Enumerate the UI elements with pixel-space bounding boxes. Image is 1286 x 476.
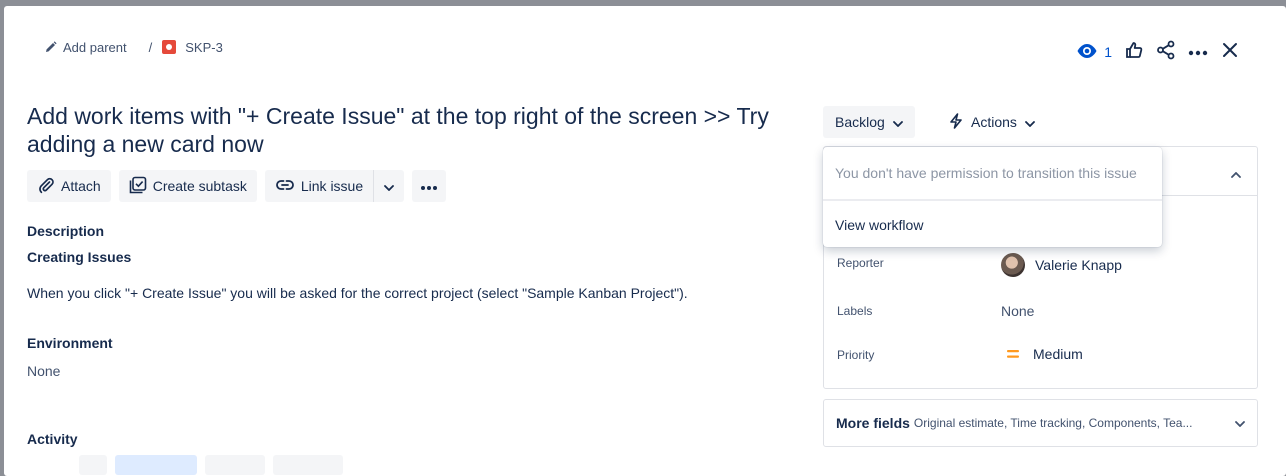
chevron-down-icon (1025, 114, 1035, 130)
subtask-icon (129, 176, 147, 197)
create-subtask-button[interactable]: Create subtask (118, 170, 257, 202)
link-issue-label: Link issue (300, 178, 364, 194)
header-actions: 1 (1070, 36, 1246, 68)
more-options-button[interactable] (1182, 36, 1214, 68)
attach-button[interactable]: Attach (27, 170, 111, 202)
add-parent-link[interactable]: Add parent (45, 40, 127, 55)
bug-icon (162, 40, 177, 54)
ellipsis-icon (1188, 43, 1208, 61)
link-issue-button[interactable]: Link issue (264, 170, 374, 202)
chevron-down-icon (384, 178, 395, 194)
dropdown-divider (823, 199, 1162, 201)
transition-dropdown: You don't have permission to transition … (823, 147, 1162, 247)
description-text[interactable]: When you click "+ Create Issue" you will… (27, 285, 688, 301)
chevron-down-icon (1235, 416, 1245, 430)
activity-tab[interactable] (115, 455, 197, 475)
issue-key-link[interactable]: SKP-3 (162, 40, 223, 55)
link-issue-group: Link issue (264, 170, 405, 202)
issue-key: SKP-3 (185, 39, 223, 55)
description-subheading: Creating Issues (27, 249, 132, 265)
paperclip-icon (37, 176, 55, 197)
issue-toolbar: Attach Create subtask Link issue (27, 170, 447, 202)
chevron-down-icon (892, 114, 903, 130)
breadcrumb-separator: / (148, 39, 153, 55)
reporter-label: Reporter (837, 256, 884, 270)
close-button[interactable] (1214, 36, 1246, 68)
reporter-value: Valerie Knapp (1035, 257, 1122, 273)
environment-heading: Environment (27, 335, 113, 351)
avatar (1001, 253, 1025, 277)
issue-modal: Add parent / SKP-3 1 Add work items with… (4, 6, 1286, 476)
breadcrumb: Add parent / SKP-3 (45, 37, 223, 57)
watch-button[interactable]: 1 (1070, 36, 1118, 68)
lightning-icon (949, 112, 963, 132)
actions-label: Actions (971, 114, 1017, 130)
priority-value: Medium (1033, 346, 1083, 362)
ellipsis-icon (420, 178, 438, 194)
link-icon (275, 178, 295, 195)
view-workflow-item[interactable]: View workflow (835, 217, 923, 233)
share-button[interactable] (1150, 36, 1182, 68)
labels-value[interactable]: None (1001, 303, 1034, 319)
attach-label: Attach (61, 178, 101, 194)
description-heading: Description (27, 223, 105, 239)
activity-tab[interactable] (79, 455, 107, 475)
share-icon (1156, 40, 1176, 65)
more-fields-summary: Original estimate, Time tracking, Compon… (913, 416, 1193, 430)
permission-message: You don't have permission to transition … (835, 165, 1137, 181)
thumbs-up-icon (1125, 41, 1143, 64)
like-button[interactable] (1118, 36, 1150, 68)
eye-icon (1076, 43, 1098, 62)
actions-button[interactable]: Actions (941, 106, 1043, 138)
close-icon (1222, 42, 1238, 63)
labels-label: Labels (837, 304, 873, 318)
activity-tab[interactable] (273, 455, 343, 475)
activity-tab[interactable] (205, 455, 265, 475)
priority-field[interactable]: Medium (1001, 346, 1083, 362)
reporter-field[interactable]: Valerie Knapp (1001, 253, 1122, 277)
add-parent-label: Add parent (63, 39, 127, 55)
issue-title[interactable]: Add work items with "+ Create Issue" at … (27, 102, 797, 158)
pencil-icon (45, 41, 57, 53)
status-label: Backlog (835, 114, 885, 130)
environment-value[interactable]: None (27, 363, 60, 379)
watch-count: 1 (1104, 44, 1112, 60)
create-subtask-label: Create subtask (152, 178, 247, 194)
status-button[interactable]: Backlog (823, 106, 915, 138)
activity-tabs (79, 455, 343, 475)
priority-label: Priority (837, 348, 875, 362)
link-issue-dropdown[interactable] (373, 170, 405, 202)
more-fields-panel[interactable]: More fields Original estimate, Time trac… (823, 399, 1258, 447)
toolbar-more-button[interactable] (412, 170, 447, 202)
more-fields-label: More fields (836, 415, 910, 431)
priority-medium-icon (1007, 346, 1019, 362)
activity-heading: Activity (27, 431, 78, 447)
chevron-up-icon[interactable] (1231, 165, 1241, 183)
